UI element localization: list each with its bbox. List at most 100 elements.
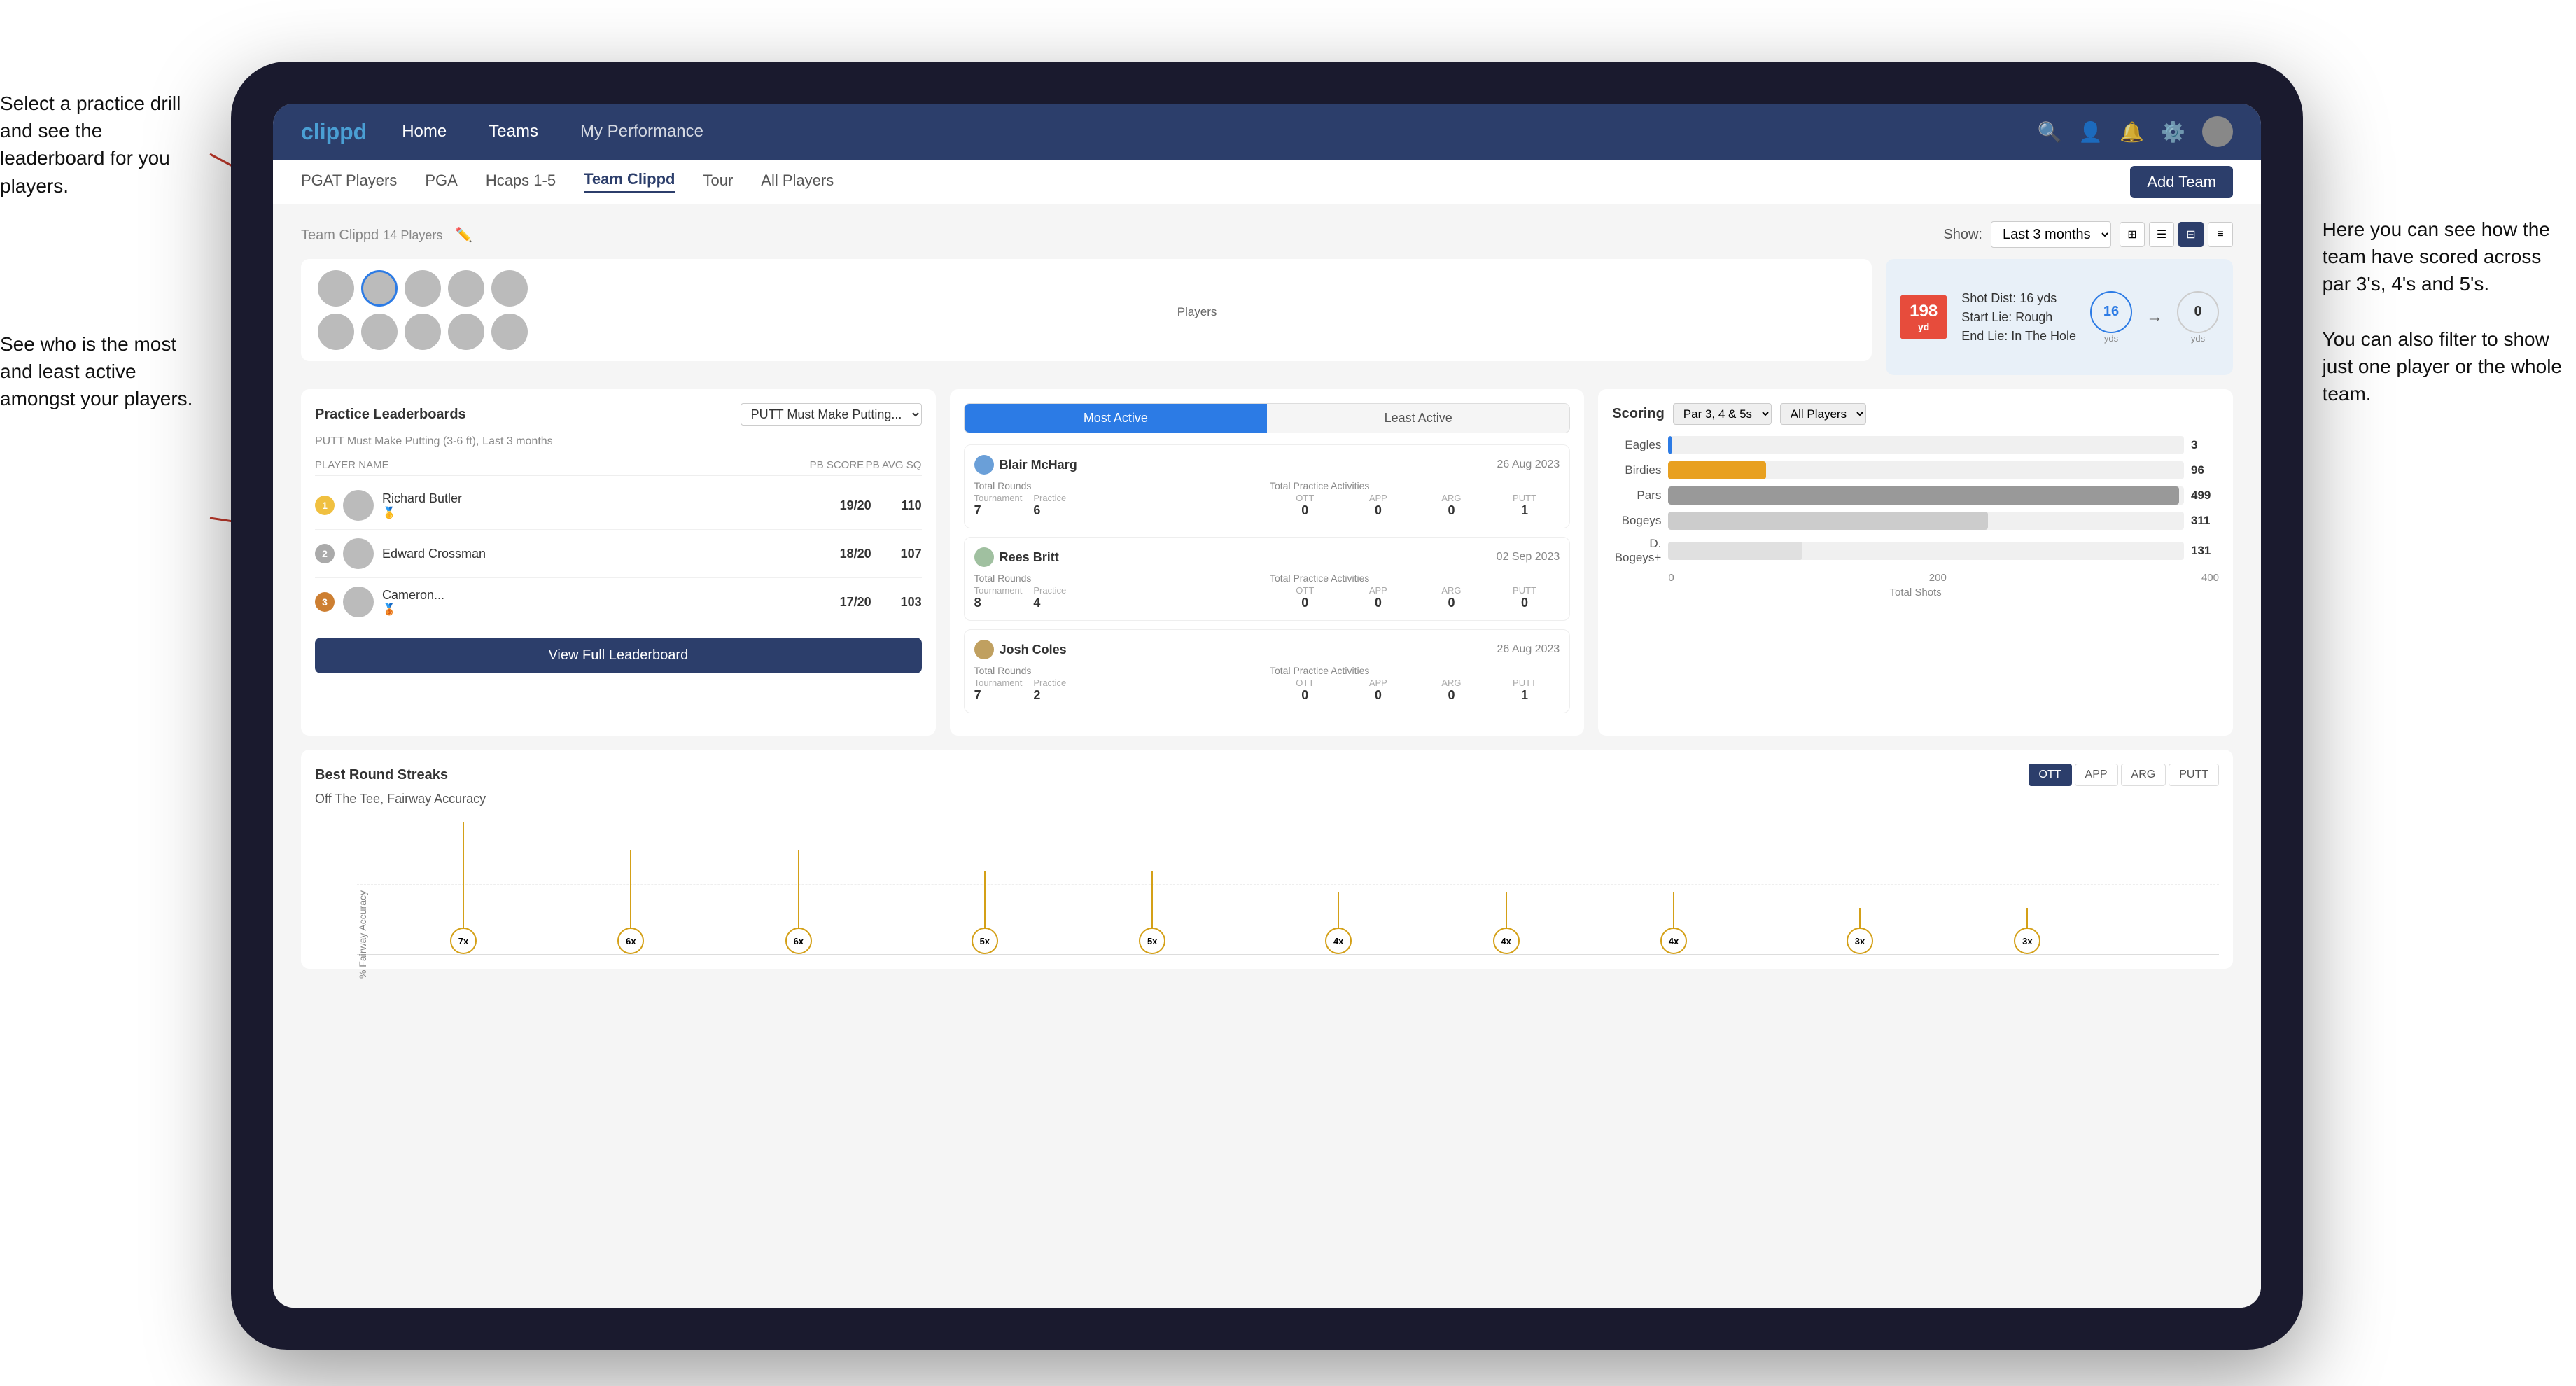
shot-arrow-icon: → [2146, 307, 2163, 327]
annotation-top-right: Here you can see how the team have score… [2323, 216, 2562, 407]
subnav-tour[interactable]: Tour [703, 172, 733, 192]
shot-info-box: 198 yd Shot Dist: 16 yds Start Lie: Roug… [1886, 259, 2233, 375]
scoring-par-filter[interactable]: Par 3, 4 & 5s [1673, 403, 1772, 425]
bar-fill-birdies [1668, 461, 1766, 479]
subnav-team-clippd[interactable]: Team Clippd [584, 170, 675, 193]
shot-circle-start: 16 [2090, 291, 2132, 333]
view-detail-btn[interactable]: ≡ [2208, 222, 2233, 247]
player-avatar-8[interactable] [405, 314, 441, 350]
lb-score-2: 18/20 [830, 547, 872, 561]
subnav-hcaps[interactable]: Hcaps 1-5 [486, 172, 556, 192]
search-icon[interactable]: 🔍 [2038, 120, 2062, 144]
players-label: Players [539, 305, 1855, 319]
player-avatar-6[interactable] [318, 314, 354, 350]
shot-circle-end: 0 [2177, 291, 2219, 333]
players-row: Players [301, 259, 1872, 361]
show-select[interactable]: Last 3 months Last month Last 6 months L… [1991, 221, 2111, 248]
chart-dot-4x-1: 4x [1325, 885, 1352, 955]
nav-home[interactable]: Home [395, 118, 454, 146]
scoring-chart: Eagles 3 Birdies 96 [1612, 436, 2219, 598]
subnav: PGAT Players PGA Hcaps 1-5 Team Clippd T… [273, 160, 2261, 204]
scoring-player-filter[interactable]: All Players [1780, 403, 1866, 425]
player-avatar-4[interactable] [448, 270, 484, 307]
drill-subtitle: PUTT Must Make Putting (3-6 ft), Last 3 … [315, 434, 922, 448]
lb-avg-1: 110 [880, 498, 922, 513]
activity-tabs: Most Active Least Active [964, 403, 1571, 433]
activity-panel: Most Active Least Active Blair McHarg 26… [950, 389, 1585, 736]
lb-rank-1: 1 [315, 496, 335, 515]
player-avatar-9[interactable] [448, 314, 484, 350]
subnav-pgat[interactable]: PGAT Players [301, 172, 397, 192]
activity-card-josh: Josh Coles 26 Aug 2023 Total Rounds Tour… [964, 629, 1571, 713]
nav-teams[interactable]: Teams [482, 118, 545, 146]
subnav-all-players[interactable]: All Players [761, 172, 834, 192]
lb-medal-1: 🥇 [382, 507, 396, 519]
streaks-filter-putt[interactable]: PUTT [2169, 764, 2219, 786]
view-grid-btn[interactable]: ⊞ [2120, 222, 2145, 247]
player-avatar-10[interactable] [491, 314, 528, 350]
chart-dot-6x-1: 6x [617, 843, 644, 954]
activity-card-blair: Blair McHarg 26 Aug 2023 Total Rounds To… [964, 444, 1571, 528]
lb-rank-2: 2 [315, 544, 335, 564]
bar-fill-pars [1668, 486, 2178, 505]
view-list-btn[interactable]: ☰ [2149, 222, 2174, 247]
activity-tab-least-active[interactable]: Least Active [1267, 404, 1569, 433]
scoring-title: Scoring [1612, 406, 1664, 422]
shot-circle-start-unit: yds [2090, 333, 2132, 344]
bar-fill-dbogeys [1668, 542, 1802, 560]
shot-circle-end-unit: yds [2177, 333, 2219, 344]
pac-dot-josh [974, 640, 994, 659]
pac-stats-josh: Total Rounds Tournament 7 Practice 2 [974, 665, 1560, 703]
pac-name-josh: Josh Coles [974, 640, 1067, 659]
pac-name-rees: Rees Britt [974, 547, 1059, 567]
add-team-button[interactable]: Add Team [2130, 166, 2233, 198]
subnav-pga[interactable]: PGA [425, 172, 457, 192]
pac-dot-rees [974, 547, 994, 567]
bell-icon[interactable]: 🔔 [2120, 120, 2144, 144]
player-avatar-1[interactable] [318, 270, 354, 307]
lb-col-avg: PB AVG SQ [866, 459, 922, 471]
pac-dot-blair [974, 455, 994, 475]
chart-dot-3x-2: 3x [2014, 901, 2040, 954]
bar-fill-bogeys [1668, 512, 1988, 530]
lb-col-name: PLAYER NAME [315, 459, 810, 471]
pac-header-josh: Josh Coles 26 Aug 2023 [974, 640, 1560, 659]
navbar: clippd Home Teams My Performance 🔍 👤 🔔 ⚙… [273, 104, 2261, 160]
view-full-leaderboard-button[interactable]: View Full Leaderboard [315, 638, 922, 673]
annotation-bottom-left: See who is the most and least active amo… [0, 330, 196, 413]
nav-performance[interactable]: My Performance [573, 118, 710, 146]
team-title: Team Clippd 14 Players [301, 225, 442, 244]
player-avatar-3[interactable] [405, 270, 441, 307]
lb-rank-3: 3 [315, 592, 335, 612]
user-avatar[interactable] [2202, 116, 2233, 147]
streaks-filter-arg[interactable]: ARG [2121, 764, 2166, 786]
streaks-filter-app[interactable]: APP [2075, 764, 2118, 786]
people-icon[interactable]: 👤 [2078, 120, 2103, 144]
chart-dot-6x-2: 6x [785, 843, 812, 954]
bar-dbogeys: D. Bogeys+ 131 [1612, 537, 2219, 565]
player-avatar-2[interactable] [361, 270, 398, 307]
edit-icon[interactable]: ✏️ [455, 226, 472, 244]
shot-circles: 16 yds → 0 yds [2090, 291, 2219, 344]
lb-name-1: Richard Butler [382, 491, 821, 506]
players-list [318, 270, 528, 350]
shot-dist-text: Shot Dist: 16 yds [1961, 289, 2076, 308]
player-avatar-5[interactable] [491, 270, 528, 307]
lb-row-3: 3 Cameron... 🥉 17/20 103 [315, 578, 922, 626]
activity-tab-most-active[interactable]: Most Active [965, 404, 1267, 433]
streaks-filter-ott[interactable]: OTT [2029, 764, 2072, 786]
drill-select[interactable]: PUTT Must Make Putting... [741, 403, 922, 426]
pac-header-blair: Blair McHarg 26 Aug 2023 [974, 455, 1560, 475]
nav-right: 🔍 👤 🔔 ⚙️ [2038, 116, 2234, 147]
pac-activities-blair: Total Practice Activities OTT 0 APP 0 [1270, 480, 1560, 518]
pac-activities-josh: Total Practice Activities OTT 0 APP 0 [1270, 665, 1560, 703]
streaks-subtitle: Off The Tee, Fairway Accuracy [315, 792, 2219, 806]
show-label: Show: [1943, 227, 1982, 243]
chart-dot-7x-1: 7x [450, 815, 477, 954]
player-avatar-7[interactable] [361, 314, 398, 350]
pac-date-josh: 26 Aug 2023 [1497, 643, 1560, 656]
pac-date-rees: 02 Sep 2023 [1497, 551, 1560, 564]
show-controls: Show: Last 3 months Last month Last 6 mo… [1943, 221, 2233, 248]
view-card-btn[interactable]: ⊟ [2178, 222, 2204, 247]
settings-icon[interactable]: ⚙️ [2161, 120, 2185, 144]
